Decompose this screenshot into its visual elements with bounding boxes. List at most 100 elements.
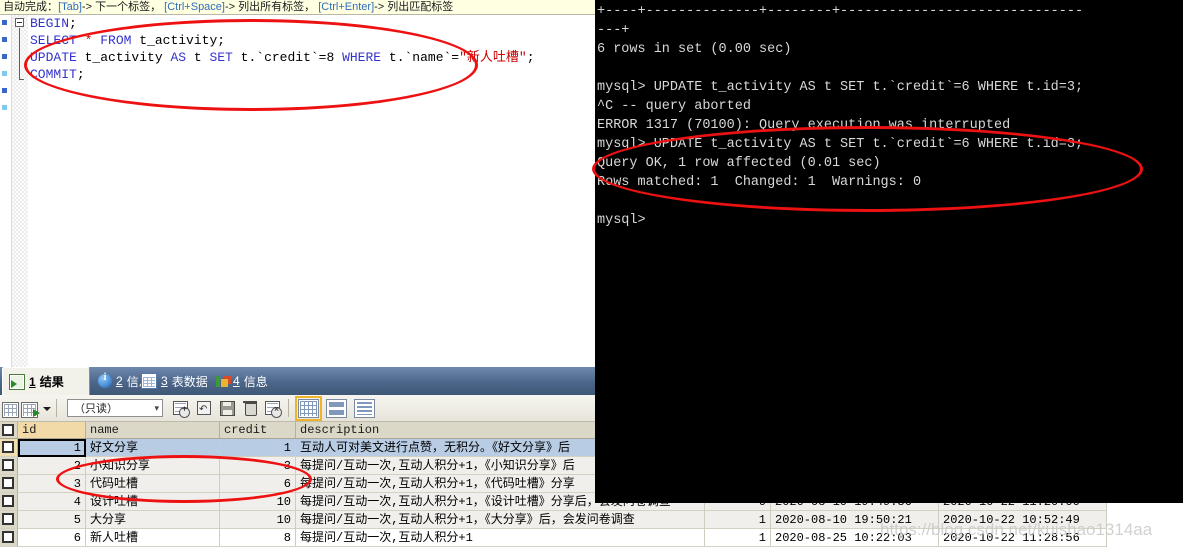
sql-line1-keyword: BEGIN (30, 16, 70, 31)
cell-id[interactable]: 6 (18, 529, 86, 547)
cell-id[interactable]: 1 (18, 439, 86, 457)
view-text-icon[interactable] (354, 398, 375, 418)
save-record-icon[interactable] (217, 398, 237, 418)
bookmark-marker (2, 37, 7, 42)
cell-description[interactable]: 每提问/互动一次,互动人积分+1 (296, 529, 705, 547)
bookmark-marker (2, 88, 7, 93)
tab-info-1-number: 2 (116, 374, 123, 388)
hint-prefix: 自动完成： (3, 1, 59, 13)
cell-description[interactable]: 每提问/互动一次,互动人积分+1，《大分享》后，会发问卷调查 (296, 511, 705, 529)
table-row[interactable]: 6 新人吐槽 8 每提问/互动一次,互动人积分+1 1 2020-08-25 1… (0, 529, 1183, 547)
chart-icon (215, 374, 229, 388)
open-grid-icon[interactable] (2, 401, 19, 418)
hint-key-tab: [Tab] (58, 1, 82, 13)
sql-line2-from: FROM (100, 33, 132, 48)
tab-result-number: 1 (29, 374, 36, 389)
checkbox-icon[interactable] (2, 495, 14, 507)
row-select-cell[interactable] (0, 511, 18, 529)
readonly-mode-value: （只读） (74, 403, 118, 415)
mysql-terminal[interactable]: +----+--------------+--------+----------… (595, 0, 1183, 503)
checkbox-icon[interactable] (2, 424, 14, 436)
sql-code-text[interactable]: BEGIN; SELECT * FROM t_activity; UPDATE … (30, 15, 535, 83)
cell-id[interactable]: 3 (18, 475, 86, 493)
cell-extra[interactable]: 1 (705, 511, 771, 529)
cell-id[interactable]: 5 (18, 511, 86, 529)
column-header-id[interactable]: id (18, 422, 86, 438)
info-icon (98, 372, 112, 388)
cell-name[interactable]: 好文分享 (86, 439, 220, 457)
cell-name[interactable]: 代码吐槽 (86, 475, 220, 493)
sql-line1-rest: ; (69, 16, 77, 31)
code-editor[interactable]: BEGIN; SELECT * FROM t_activity; UPDATE … (0, 15, 595, 367)
checkbox-icon[interactable] (2, 441, 14, 453)
readonly-mode-select[interactable]: （只读） ▾ (67, 399, 163, 417)
cell-name[interactable]: 大分享 (86, 511, 220, 529)
table-row[interactable]: 5 大分享 10 每提问/互动一次,互动人积分+1，《大分享》后，会发问卷调查 … (0, 511, 1183, 529)
apply-changes-icon[interactable]: ↶ (194, 398, 214, 418)
column-header-credit[interactable]: credit (220, 422, 296, 438)
autocomplete-hint-bar: 自动完成：[Tab]-> 下一个标签， [Ctrl+Space]-> 列出所有标… (0, 0, 595, 15)
grid-toolbar: （只读） ▾ ↶ (0, 395, 595, 422)
row-select-cell[interactable] (0, 493, 18, 511)
fold-guide-foot (19, 79, 24, 80)
cancel-record-icon[interactable] (263, 398, 283, 418)
cell-updated[interactable]: 2020-10-22 11:28:56 (939, 529, 1107, 547)
tab-info-2-number: 4 (233, 374, 240, 388)
view-form-icon[interactable] (326, 398, 347, 418)
close-badge-icon (271, 404, 282, 418)
cell-created[interactable]: 2020-08-25 10:22:03 (771, 529, 939, 547)
tab-result-label: 结果 (39, 375, 64, 389)
table-icon (141, 373, 157, 389)
hint-key-ctrl-space: [Ctrl+Space] (164, 1, 225, 13)
sql-line3-string: "新人吐槽" (459, 50, 527, 65)
row-select-cell[interactable] (0, 457, 18, 475)
cell-updated[interactable]: 2020-10-22 10:52:49 (939, 511, 1107, 529)
toolbar-separator (288, 399, 289, 417)
view-grid-icon[interactable] (295, 395, 322, 421)
fold-collapse-icon[interactable] (15, 18, 24, 27)
sql-line2-star: * (76, 33, 101, 48)
cell-name[interactable]: 设计吐槽 (86, 493, 220, 511)
row-select-cell[interactable] (0, 439, 18, 457)
tab-result[interactable]: 1 结果 (2, 367, 90, 395)
cell-credit[interactable]: 10 (220, 493, 296, 511)
floppy-shape (220, 401, 235, 416)
cell-id[interactable]: 4 (18, 493, 86, 511)
hint-text-2: -> 列出所有标签， (224, 1, 316, 13)
cell-credit[interactable]: 10 (220, 511, 296, 529)
cell-created[interactable]: 2020-08-10 19:50:21 (771, 511, 939, 529)
hint-text-3: -> 列出匹配标签 (374, 1, 454, 13)
column-header-name[interactable]: name (86, 422, 220, 438)
cell-credit[interactable]: 1 (220, 439, 296, 457)
add-record-icon[interactable] (171, 398, 191, 418)
select-all-cell[interactable] (0, 422, 18, 438)
bookmark-gutter[interactable] (0, 15, 12, 367)
checkbox-icon[interactable] (2, 459, 14, 471)
chevron-down-icon: ▾ (154, 402, 159, 413)
hint-key-ctrl-enter: [Ctrl+Enter] (318, 1, 375, 13)
sql-line2-keyword: SELECT (30, 33, 77, 48)
toolbar-separator (56, 399, 57, 417)
cell-name[interactable]: 新人吐槽 (86, 529, 220, 547)
row-select-cell[interactable] (0, 475, 18, 493)
bookmark-marker (2, 54, 7, 59)
tab-info-2[interactable]: 4 信息 (209, 368, 289, 394)
sql-line4-rest: ; (76, 67, 85, 82)
sql-line3-as: AS (170, 50, 187, 65)
export-grid-icon[interactable] (21, 401, 40, 418)
cell-name[interactable]: 小知识分享 (86, 457, 220, 475)
checkbox-icon[interactable] (2, 477, 14, 489)
cell-extra[interactable]: 1 (705, 529, 771, 547)
code-fold-gutter[interactable] (12, 15, 28, 367)
cell-credit[interactable]: 6 (220, 475, 296, 493)
checkbox-icon[interactable] (2, 513, 14, 525)
cell-id[interactable]: 2 (18, 457, 86, 475)
row-filler (1107, 529, 1183, 547)
cell-credit[interactable]: 8 (220, 529, 296, 547)
checkbox-icon[interactable] (2, 531, 14, 543)
row-select-cell[interactable] (0, 529, 18, 547)
chevron-down-icon[interactable] (41, 398, 51, 418)
tab-table-data-label: 表数据 (171, 374, 208, 389)
delete-record-icon[interactable] (240, 398, 260, 418)
cell-credit[interactable]: 3 (220, 457, 296, 475)
